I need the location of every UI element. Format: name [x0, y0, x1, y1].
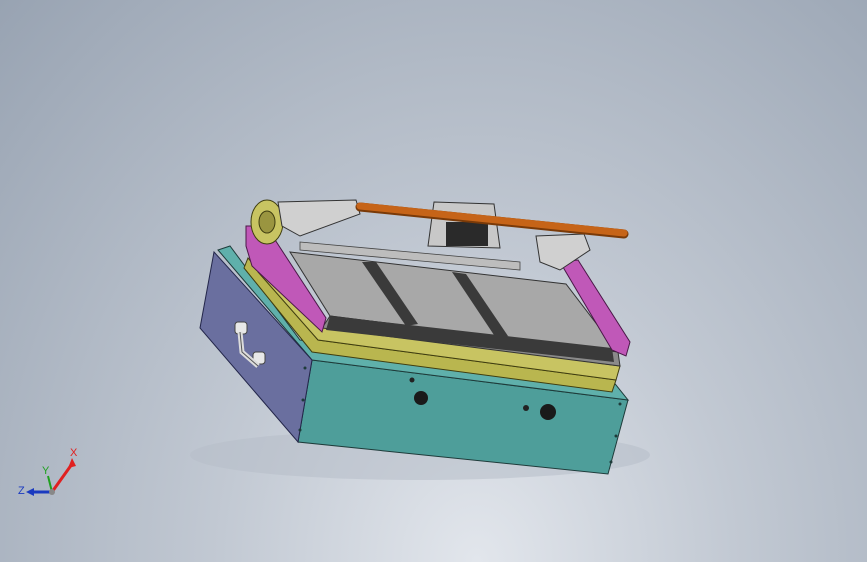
lever-arm-right[interactable] — [535, 233, 591, 271]
lever-arm-left[interactable] — [277, 199, 361, 237]
graphics-viewport[interactable]: X Y Z — [0, 0, 867, 562]
x-axis-arrow — [50, 463, 74, 493]
x-arrowhead — [68, 458, 76, 468]
coordinate-triad: X Y Z — [18, 447, 78, 497]
small-screw — [523, 405, 529, 411]
z-label: Z — [18, 485, 25, 497]
y-label: Y — [42, 465, 50, 477]
z-arrowhead — [26, 488, 34, 496]
back-bracket-window — [446, 222, 488, 246]
triad-origin — [49, 489, 55, 495]
3d-model[interactable] — [0, 0, 867, 562]
knob-icon[interactable] — [414, 391, 428, 405]
knob-icon[interactable] — [540, 404, 556, 420]
small-screw — [409, 377, 415, 383]
gear-icon[interactable] — [250, 199, 284, 245]
x-label: X — [70, 447, 78, 459]
